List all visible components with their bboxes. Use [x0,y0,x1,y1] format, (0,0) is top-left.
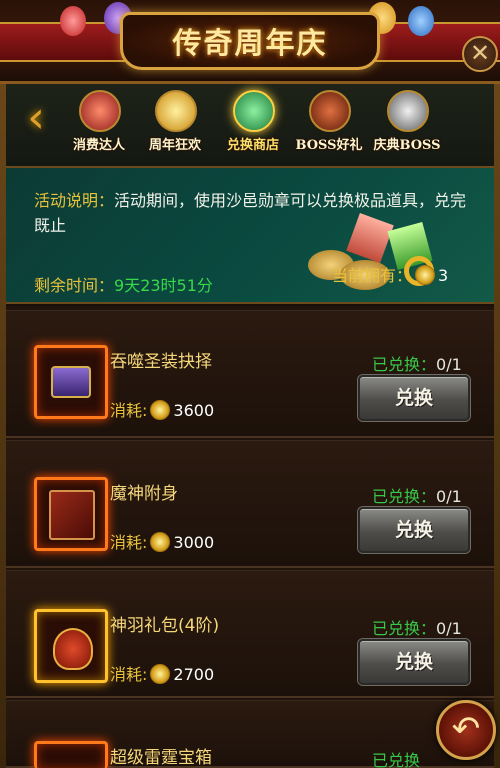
tab-anniversary[interactable]: 周年狂欢 [140,88,210,162]
thunder-box-icon[interactable] [34,741,108,768]
status-value: 0/1 [436,619,462,638]
exchange-button[interactable]: 兑换 [358,375,470,421]
item-cost: 消耗: 2700 [110,661,214,686]
frame-border-right [494,84,500,768]
treasure-chest-icon[interactable] [34,345,108,419]
activity-description: 活动说明：活动期间，使用沙邑勋章可以兑换极品道具，兑完既止 [34,188,470,238]
tab-label: 庆典BOSS [373,138,441,153]
list-item: 魔神附身 消耗: 3000 已兑换：0/1 兑换 [6,440,494,568]
star-badge-icon [155,90,197,132]
medal-icon [150,531,171,552]
cost-label: 消耗: [110,533,148,552]
item-cost: 消耗: 3600 [110,397,214,422]
list-item: 吞噬圣装抉择 消耗: 3600 已兑换：0/1 兑换 [6,310,494,438]
description-label: 活动说明： [34,191,115,210]
back-button[interactable]: ↶ [436,700,496,760]
status-label: 已兑换 [372,751,421,768]
balloon-left-icon [60,6,86,36]
tabs-left-arrow-icon[interactable]: ‹ [18,96,54,142]
exchange-button[interactable]: 兑换 [358,507,470,553]
tab-label: 周年狂欢 [148,138,201,153]
tab-label: BOSS好礼 [295,138,363,153]
status-value: 0/1 [436,355,462,374]
medal-icon [415,264,436,285]
owned-label: 当前拥有： [332,266,413,285]
exchange-status: 已兑换 [372,747,420,768]
cost-value: 2700 [173,665,215,684]
list-item: 超级雷霆宝箱 已兑换 [6,700,494,768]
exchange-status: 已兑换：0/1 [372,615,462,639]
skull-helm-icon [387,90,429,132]
balloon-right-icon [408,6,434,36]
cost-value: 3600 [173,401,215,420]
cost-label: 消耗: [110,401,148,420]
list-item: 神羽礼包(4阶) 消耗: 2700 已兑换：0/1 兑换 [6,570,494,698]
tab-label: 兑换商店 [226,138,279,153]
status-label: 已兑换： [372,487,437,506]
item-cost: 消耗: 3000 [110,529,214,554]
tab-exchange-shop[interactable]: 兑换商店 [218,88,288,162]
item-name: 超级雷霆宝箱 [110,748,212,768]
gift-chest-icon [79,90,121,132]
close-icon: ✕ [469,39,491,67]
item-name: 神羽礼包(4阶) [110,616,220,636]
status-label: 已兑换： [372,355,437,374]
status-value: 0/1 [436,487,462,506]
jade-exchange-icon [233,90,275,132]
medal-icon [150,663,171,684]
coin-bag-icon[interactable] [34,609,108,683]
tab-celebration-boss[interactable]: 庆典BOSS [372,88,442,162]
status-label: 已兑换： [372,619,437,638]
page-title: 传奇周年庆 [172,26,328,60]
owned-count: 3 [438,266,449,285]
exchange-status: 已兑换：0/1 [372,483,462,507]
exchange-button[interactable]: 兑换 [358,639,470,685]
item-name: 魔神附身 [110,484,178,504]
boss-mask-icon [309,90,351,132]
remaining-time: 剩余时间：9天23时51分 [34,272,213,296]
remaining-time-value: 9天23时51分 [114,276,213,295]
tab-consumption[interactable]: 消费达人 [64,88,134,162]
item-name: 吞噬圣装抉择 [110,352,212,372]
owned-medals: 当前拥有： 3 [332,262,448,287]
close-button[interactable]: ✕ [462,36,498,72]
medal-icon [150,399,171,420]
cost-value: 3000 [173,533,215,552]
cost-label: 消耗: [110,665,148,684]
tab-boss-gift[interactable]: BOSS好礼 [294,88,364,162]
header: 传奇周年庆 ✕ [0,0,500,84]
remaining-time-label: 剩余时间： [34,276,115,295]
exchange-status: 已兑换：0/1 [372,351,462,375]
spell-book-icon[interactable] [34,477,108,551]
tab-label: 消费达人 [72,138,125,153]
back-arrow-icon: ↶ [451,709,481,749]
